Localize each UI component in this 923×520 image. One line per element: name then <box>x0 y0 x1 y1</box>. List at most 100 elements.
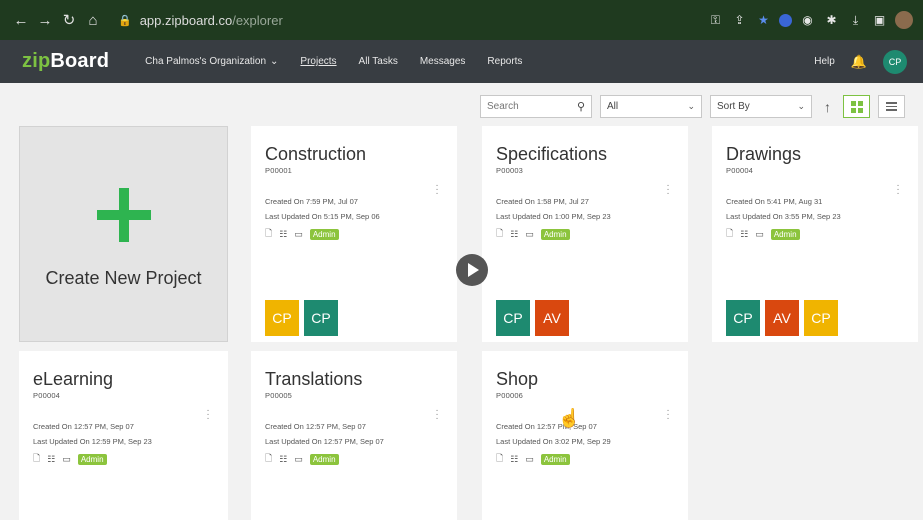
key-icon[interactable]: ⚿ <box>707 12 724 29</box>
project-code: P00004 <box>33 391 61 400</box>
filter-select[interactable]: All ⌄ <box>600 95 702 118</box>
chevron-down-icon: ⌄ <box>687 101 695 111</box>
project-code: P00005 <box>265 391 293 400</box>
project-title[interactable]: eLearning <box>33 369 113 390</box>
help-link[interactable]: Help <box>814 56 835 67</box>
org-name: Cha Palmos's Organization <box>145 56 267 67</box>
list-icon <box>886 102 897 111</box>
member-list: CP AV <box>496 300 569 336</box>
member-avatar[interactable]: CP <box>265 300 299 336</box>
kebab-menu-icon[interactable]: · · · <box>435 406 439 424</box>
sort-select[interactable]: Sort By ⌄ <box>710 95 812 118</box>
project-code: P00006 <box>496 391 524 400</box>
comment-icon[interactable]: ▭ <box>294 454 303 465</box>
project-title[interactable]: Drawings <box>726 144 801 165</box>
lock-icon: 🔒 <box>118 14 132 27</box>
document-icon[interactable]: 🗋 <box>33 451 40 467</box>
project-code: P00003 <box>496 166 524 175</box>
project-icons: 🗋 ☷ ▭ Admin <box>265 451 339 467</box>
member-avatar[interactable]: CP <box>496 300 530 336</box>
sort-direction-icon[interactable]: ↑ <box>824 99 831 115</box>
app-header: zipBoard Cha Palmos's Organization ⌄ Pro… <box>0 40 923 83</box>
project-meta: Created On 12:57 PM, Sep 07 Last Updated… <box>265 422 384 446</box>
org-selector[interactable]: Cha Palmos's Organization ⌄ <box>145 56 278 67</box>
kebab-menu-icon[interactable]: · · · <box>206 406 210 424</box>
project-card[interactable]: Shop P00006 · · · Created On 12:57 PM, Sep… <box>482 351 688 520</box>
play-button[interactable] <box>456 254 488 286</box>
back-arrow-icon[interactable]: ← <box>10 9 32 31</box>
member-avatar[interactable]: CP <box>804 300 838 336</box>
member-list: CP CP <box>265 300 338 336</box>
download-icon[interactable]: ⤓ <box>847 12 864 29</box>
project-card[interactable]: Translations P00005 · · · Created On 12:57… <box>251 351 457 520</box>
puzzle-icon[interactable]: ✱ <box>823 12 840 29</box>
role-badge: Admin <box>309 453 339 465</box>
project-meta: Created On 12:57 PM, Sep 07 Last Updated… <box>33 422 152 446</box>
kebab-menu-icon[interactable]: · · · <box>666 406 670 424</box>
document-icon[interactable]: 🗋 <box>496 451 503 467</box>
list-view-button[interactable] <box>878 95 905 118</box>
home-icon[interactable]: ⌂ <box>82 9 104 31</box>
project-title[interactable]: Translations <box>265 369 362 390</box>
task-list-icon[interactable]: ☷ <box>279 454 287 465</box>
kebab-menu-icon[interactable]: · · · <box>896 181 900 199</box>
project-icons: 🗋 ☷ ▭ Admin <box>265 226 339 242</box>
document-icon[interactable]: 🗋 <box>726 226 733 242</box>
task-list-icon[interactable]: ☷ <box>279 229 287 240</box>
project-title[interactable]: Specifications <box>496 144 607 165</box>
share-icon[interactable]: ⇪ <box>731 12 748 29</box>
browser-profile-avatar[interactable] <box>895 11 913 29</box>
kebab-menu-icon[interactable]: · · · <box>435 181 439 199</box>
project-icons: 🗋 ☷ ▭ Admin <box>496 226 570 242</box>
address-bar[interactable]: 🔒 app.zipboard.co/explorer <box>118 13 707 28</box>
member-avatar[interactable]: AV <box>765 300 799 336</box>
project-title[interactable]: Shop <box>496 369 538 390</box>
nav-messages[interactable]: Messages <box>420 56 466 67</box>
task-list-icon[interactable]: ☷ <box>510 229 518 240</box>
sidepanel-icon[interactable]: ▣ <box>871 12 888 29</box>
role-badge: Admin <box>77 453 107 465</box>
create-project-card[interactable]: Create New Project <box>19 126 228 342</box>
nav-projects[interactable]: Projects <box>300 56 336 67</box>
comment-icon[interactable]: ▭ <box>525 454 534 465</box>
reload-icon[interactable]: ↻ <box>58 9 80 31</box>
nav-reports[interactable]: Reports <box>487 56 522 67</box>
project-meta: Created On 7:59 PM, Jul 07 Last Updated … <box>265 197 380 221</box>
member-avatar[interactable]: CP <box>726 300 760 336</box>
search-icon[interactable]: ⚲ <box>577 100 585 113</box>
member-avatar[interactable]: CP <box>304 300 338 336</box>
project-card[interactable]: eLearning P00004 · · · Created On 12:57 PM… <box>19 351 228 520</box>
bookmark-star-icon[interactable]: ★ <box>755 12 772 29</box>
member-avatar[interactable]: AV <box>535 300 569 336</box>
nav-all-tasks[interactable]: All Tasks <box>359 56 398 67</box>
extension-icon[interactable]: ◉ <box>799 12 816 29</box>
document-icon[interactable]: 🗋 <box>265 226 272 242</box>
play-icon <box>468 263 479 277</box>
search-box[interactable]: ⚲ <box>480 95 592 118</box>
comment-icon[interactable]: ▭ <box>525 229 534 240</box>
document-icon[interactable]: 🗋 <box>265 451 272 467</box>
project-card[interactable]: Construction P00001 · · · Created On 7:59 … <box>251 126 457 342</box>
top-nav: Cha Palmos's Organization ⌄ Projects All… <box>145 56 814 67</box>
task-list-icon[interactable]: ☷ <box>510 454 518 465</box>
project-card[interactable]: Drawings P00004 · · · Created On 5:41 PM, … <box>712 126 918 342</box>
browser-toolbar: ← → ↻ ⌂ 🔒 app.zipboard.co/explorer ⚿ ⇪ ★… <box>0 0 923 40</box>
hand-cursor-icon: ☝ <box>558 408 581 428</box>
extension-circle-icon[interactable] <box>779 13 792 27</box>
project-toolbar: ⚲ All ⌄ Sort By ⌄ ↑ <box>480 95 905 118</box>
forward-arrow-icon[interactable]: → <box>34 9 56 31</box>
bell-icon[interactable]: 🔔 <box>851 54 867 70</box>
task-list-icon[interactable]: ☷ <box>47 454 55 465</box>
comment-icon[interactable]: ▭ <box>294 229 303 240</box>
project-title[interactable]: Construction <box>265 144 366 165</box>
document-icon[interactable]: 🗋 <box>496 226 503 242</box>
kebab-menu-icon[interactable]: · · · <box>666 181 670 199</box>
user-avatar[interactable]: CP <box>883 49 907 74</box>
project-card[interactable]: Specifications P00003 · · · Created On 1:5… <box>482 126 688 342</box>
comment-icon[interactable]: ▭ <box>62 454 71 465</box>
task-list-icon[interactable]: ☷ <box>740 229 748 240</box>
grid-view-button[interactable] <box>843 95 870 118</box>
zipboard-logo[interactable]: zipBoard <box>22 50 109 73</box>
search-input[interactable] <box>487 101 567 112</box>
comment-icon[interactable]: ▭ <box>755 229 764 240</box>
